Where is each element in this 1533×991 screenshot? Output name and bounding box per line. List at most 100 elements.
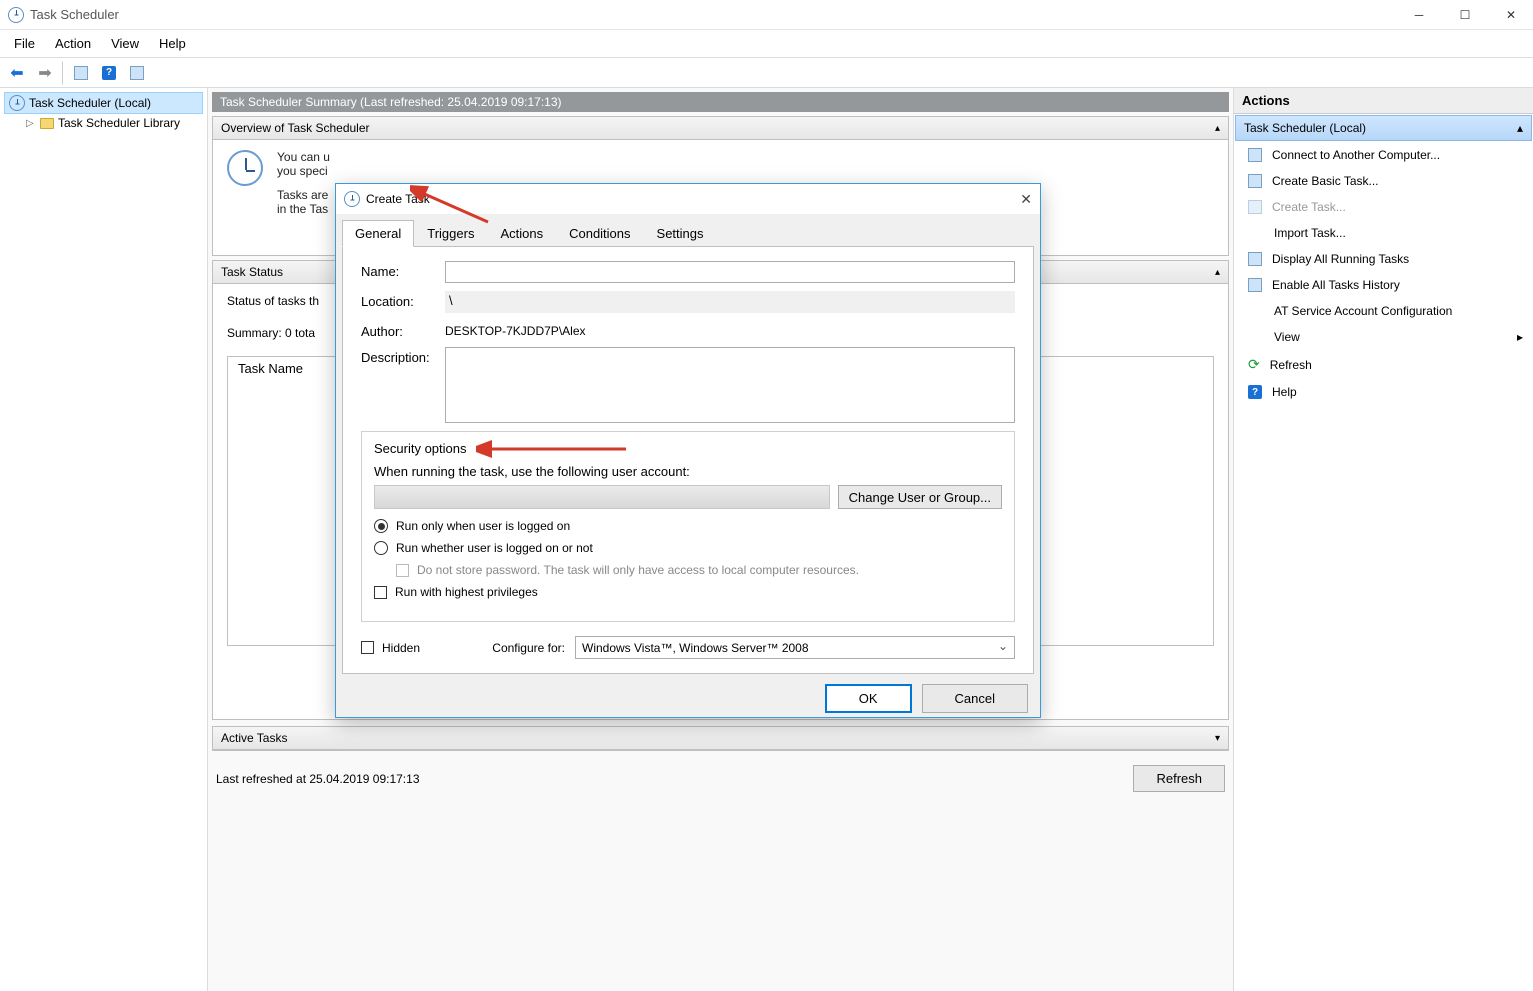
overview-title: Overview of Task Scheduler — [221, 121, 370, 135]
radio-logged-on-label: Run only when user is logged on — [396, 519, 570, 533]
refresh-button[interactable]: Refresh — [1133, 765, 1225, 792]
collapse-icon[interactable]: ▴ — [1517, 121, 1523, 135]
show-hide-tree-button[interactable] — [68, 61, 94, 85]
close-button[interactable]: ✕ — [1497, 5, 1525, 25]
checkbox-no-password — [396, 564, 409, 577]
spacer — [1248, 330, 1264, 344]
overview-text-3: Tasks are — [277, 188, 328, 202]
name-label: Name: — [361, 261, 445, 279]
checkbox-highest-priv-label: Run with highest privileges — [395, 585, 538, 599]
actions-context[interactable]: Task Scheduler (Local) ▴ — [1235, 115, 1532, 141]
security-legend: Security options — [370, 441, 471, 456]
tree-library[interactable]: ▷ Task Scheduler Library — [22, 114, 203, 132]
cancel-button[interactable]: Cancel — [922, 684, 1028, 713]
radio-logged-on[interactable] — [374, 519, 388, 533]
summary-text: Summary: 0 tota — [227, 326, 315, 340]
action-display-running[interactable]: Display All Running Tasks — [1234, 246, 1533, 272]
refresh-icon: ⟳ — [1248, 356, 1260, 373]
toolbar: ⬅ ➡ ? — [0, 58, 1533, 88]
maximize-button[interactable]: ☐ — [1451, 5, 1479, 25]
dialog-title: Create Task — [366, 192, 430, 206]
ok-button[interactable]: OK — [825, 684, 912, 713]
location-value: \ — [445, 291, 1015, 313]
when-running-label: When running the task, use the following… — [374, 464, 1002, 479]
name-input[interactable] — [445, 261, 1015, 283]
tab-general[interactable]: General — [342, 220, 414, 247]
collapse-icon[interactable]: ▴ — [1215, 123, 1220, 134]
back-button[interactable]: ⬅ — [4, 61, 30, 85]
active-tasks-title: Active Tasks — [221, 731, 287, 745]
action-enable-history[interactable]: Enable All Tasks History — [1234, 272, 1533, 298]
tree-library-label: Task Scheduler Library — [58, 116, 180, 130]
app-icon — [8, 7, 24, 23]
history-icon — [1248, 278, 1262, 292]
dialog-close-button[interactable]: ✕ — [1020, 191, 1032, 208]
running-icon — [1248, 252, 1262, 266]
configure-for-label: Configure for: — [492, 641, 565, 655]
submenu-arrow-icon: ▸ — [1517, 330, 1523, 344]
help-button[interactable]: ? — [96, 61, 122, 85]
show-hide-action-button[interactable] — [124, 61, 150, 85]
actions-context-label: Task Scheduler (Local) — [1244, 121, 1366, 135]
menu-file[interactable]: File — [6, 32, 43, 55]
task-status-title: Task Status — [221, 265, 283, 279]
computer-icon — [1248, 148, 1262, 162]
user-account-display — [374, 485, 830, 509]
task-icon — [1248, 174, 1262, 188]
action-refresh[interactable]: ⟳Refresh — [1234, 350, 1533, 379]
clock-icon — [9, 95, 25, 111]
navigation-tree: Task Scheduler (Local) ▷ Task Scheduler … — [0, 88, 208, 991]
author-label: Author: — [361, 321, 445, 339]
action-at-config[interactable]: AT Service Account Configuration — [1234, 298, 1533, 324]
forward-button[interactable]: ➡ — [32, 61, 58, 85]
radio-whether-label: Run whether user is logged on or not — [396, 541, 593, 555]
window-titlebar: Task Scheduler ─ ☐ ✕ — [0, 0, 1533, 30]
summary-header: Task Scheduler Summary (Last refreshed: … — [212, 92, 1229, 112]
location-label: Location: — [361, 291, 445, 309]
change-user-button[interactable]: Change User or Group... — [838, 485, 1002, 509]
collapse-icon[interactable]: ▴ — [1215, 267, 1220, 278]
last-refreshed-text: Last refreshed at 25.04.2019 09:17:13 — [216, 772, 420, 786]
active-tasks-panel: Active Tasks ▾ — [212, 726, 1229, 751]
menu-view[interactable]: View — [103, 32, 147, 55]
action-help[interactable]: ?Help — [1234, 379, 1533, 405]
folder-icon — [40, 118, 54, 129]
menu-action[interactable]: Action — [47, 32, 99, 55]
description-label: Description: — [361, 347, 445, 365]
radio-whether[interactable] — [374, 541, 388, 555]
dialog-icon — [344, 191, 360, 207]
clock-icon — [227, 150, 263, 186]
tree-expand-icon[interactable]: ▷ — [26, 118, 36, 129]
action-connect[interactable]: Connect to Another Computer... — [1234, 142, 1533, 168]
security-options-group: Security options When running the task, … — [361, 431, 1015, 622]
window-title: Task Scheduler — [30, 7, 119, 22]
actions-pane: Actions Task Scheduler (Local) ▴ Connect… — [1233, 88, 1533, 991]
minimize-button[interactable]: ─ — [1405, 5, 1433, 25]
tree-root-label: Task Scheduler (Local) — [29, 96, 151, 110]
tab-triggers[interactable]: Triggers — [414, 220, 487, 247]
toolbar-separator — [62, 61, 64, 85]
description-input[interactable] — [445, 347, 1015, 423]
dialog-tabs: General Triggers Actions Conditions Sett… — [342, 220, 1034, 247]
action-import-task[interactable]: Import Task... — [1234, 220, 1533, 246]
checkbox-highest-priv[interactable] — [374, 586, 387, 599]
create-task-dialog: Create Task ✕ General Triggers Actions C… — [335, 183, 1041, 718]
overview-text-2: you speci — [277, 164, 328, 178]
tree-root[interactable]: Task Scheduler (Local) — [4, 92, 203, 114]
tab-settings[interactable]: Settings — [644, 220, 717, 247]
tab-actions[interactable]: Actions — [487, 220, 556, 247]
expand-icon[interactable]: ▾ — [1215, 733, 1220, 744]
action-view[interactable]: View▸ — [1234, 324, 1533, 350]
status-text: Status of tasks th — [227, 294, 319, 308]
help-icon: ? — [1248, 385, 1262, 399]
author-value: DESKTOP-7KJDD7P\Alex — [445, 321, 1015, 338]
configure-for-select[interactable]: Windows Vista™, Windows Server™ 2008 — [575, 636, 1015, 659]
actions-header: Actions — [1234, 88, 1533, 114]
checkbox-hidden[interactable] — [361, 641, 374, 654]
checkbox-hidden-label: Hidden — [382, 641, 420, 655]
action-create-basic[interactable]: Create Basic Task... — [1234, 168, 1533, 194]
task-icon — [1248, 200, 1262, 214]
menu-help[interactable]: Help — [151, 32, 194, 55]
action-create-task[interactable]: Create Task... — [1234, 194, 1533, 220]
tab-conditions[interactable]: Conditions — [556, 220, 643, 247]
